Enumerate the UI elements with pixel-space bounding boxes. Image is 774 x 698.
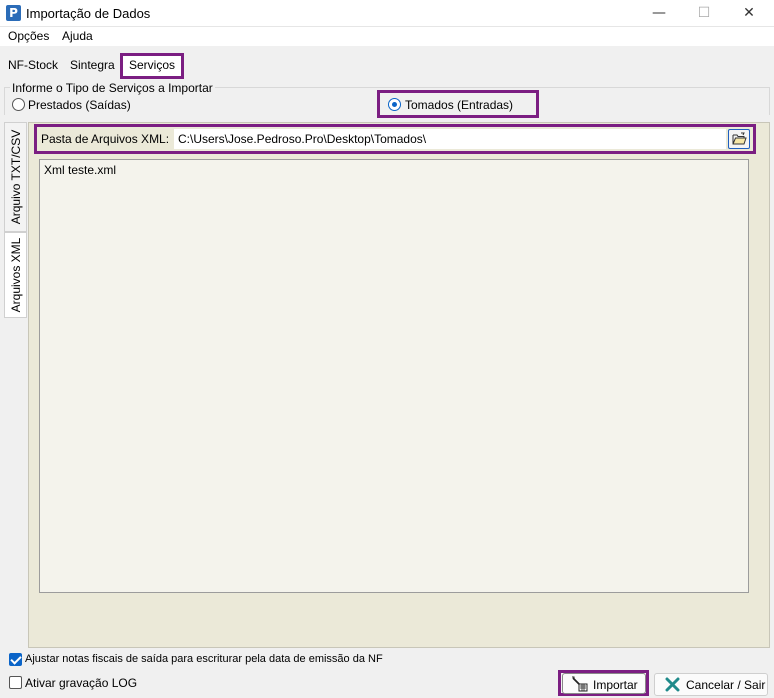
xml-file-list[interactable]: Xml teste.xml (39, 159, 749, 593)
radio-tomados-label[interactable]: Tomados (Entradas) (405, 98, 513, 112)
import-wand-icon (572, 676, 588, 692)
title-bar: P Importação de Dados — ☐ ✕ (0, 0, 774, 27)
menu-opcoes[interactable]: Opções (8, 29, 49, 43)
radio-prestados[interactable] (12, 98, 25, 111)
open-folder-icon (732, 132, 747, 145)
service-type-group-label: Informe o Tipo de Serviços a Importar (10, 81, 215, 95)
folder-path-input[interactable] (174, 129, 726, 149)
cancel-x-icon (665, 677, 680, 692)
importar-button-label: Importar (593, 678, 638, 692)
folder-label: Pasta de Arquivos XML: (41, 132, 170, 146)
radio-tomados[interactable] (388, 98, 401, 111)
maximize-icon: ☐ (697, 5, 711, 21)
checkbox-ajustar-notas-label[interactable]: Ajustar notas fiscais de saída para escr… (25, 653, 383, 665)
window-title: Importação de Dados (26, 6, 151, 21)
checkbox-gravacao-log[interactable] (9, 676, 22, 689)
minimize-button[interactable]: — (636, 0, 682, 27)
cancelar-sair-button[interactable]: Cancelar / Sair (654, 673, 768, 696)
tab-nf-stock[interactable]: NF-Stock (4, 54, 62, 76)
cancelar-sair-button-label: Cancelar / Sair (686, 678, 766, 692)
list-item[interactable]: Xml teste.xml (44, 163, 116, 177)
side-tab-xml-label: Arquivos XML (8, 237, 23, 313)
checkbox-gravacao-log-label[interactable]: Ativar gravação LOG (25, 676, 137, 690)
checkbox-ajustar-notas[interactable] (9, 653, 22, 666)
close-icon: ✕ (743, 5, 755, 21)
side-tab-xml[interactable]: Arquivos XML (4, 232, 27, 318)
menu-bar: Opções Ajuda (0, 27, 774, 46)
side-tab-txt-csv[interactable]: Arquivo TXT/CSV (4, 122, 27, 232)
browse-folder-button[interactable] (728, 129, 750, 149)
importar-button[interactable]: Importar (562, 673, 646, 694)
tab-servicos[interactable]: Serviços (120, 53, 184, 79)
tab-sintegra[interactable]: Sintegra (66, 54, 119, 76)
maximize-button[interactable]: ☐ (681, 0, 727, 27)
side-tab-txt-csv-label: Arquivo TXT/CSV (8, 129, 23, 225)
minimize-icon: — (652, 5, 666, 21)
radio-prestados-label[interactable]: Prestados (Saídas) (28, 98, 131, 112)
close-button[interactable]: ✕ (726, 0, 772, 27)
menu-ajuda[interactable]: Ajuda (62, 29, 93, 43)
app-p-icon: P (6, 5, 21, 21)
